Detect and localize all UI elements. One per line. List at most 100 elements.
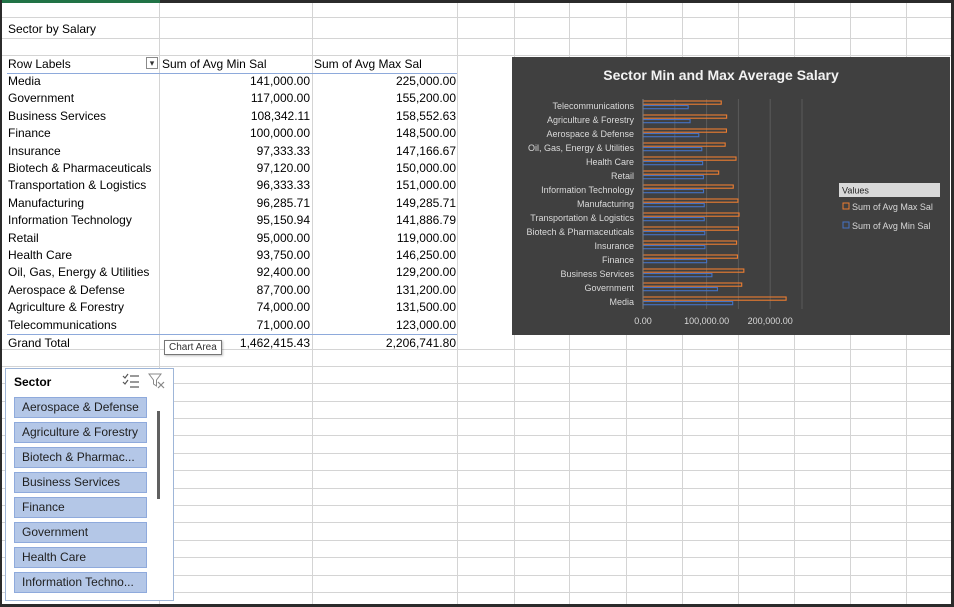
slicer-item[interactable]: Government	[14, 522, 147, 543]
chart-bar-min	[642, 104, 689, 110]
chart-category-label: Media	[609, 297, 634, 307]
chart-bar-max	[642, 296, 787, 301]
pivot-row-label: Government	[8, 91, 75, 106]
chart-bar-max	[642, 114, 728, 119]
pivot-row-max: 123,000.00	[395, 317, 456, 332]
pivot-row[interactable]: Biotech & Pharmaceuticals 97,120.00 150,00…	[7, 160, 457, 177]
sector-slicer[interactable]: Sector Aerospace & Defense Agriculture & …	[5, 368, 174, 601]
multi-select-icon[interactable]	[122, 373, 140, 389]
pivot-row-max: 146,250.00	[395, 248, 456, 262]
pivot-row[interactable]: Transportation & Logistics 96,333.33 151,0…	[7, 177, 457, 194]
chart-bar-max	[642, 100, 722, 105]
pivot-row-max: 131,500.00	[395, 300, 456, 315]
pivot-row[interactable]: Information Technology 95,150.94 141,886.7…	[7, 212, 457, 229]
pivot-row-max: 119,000.00	[396, 230, 456, 245]
chart-title: Sector Min and Max Average Salary	[603, 67, 839, 83]
chart-category-label: Oil, Gas, Energy & Utilities	[528, 143, 635, 153]
chart-bar-min	[642, 300, 734, 306]
pivot-row-label: Transportation & Logistics	[8, 178, 147, 193]
chart-category-label: Retail	[611, 171, 634, 181]
pivot-row-max: 151,000.00	[395, 178, 456, 193]
chart-category-label: Insurance	[594, 241, 634, 251]
slicer-item[interactable]: Finance	[14, 497, 147, 518]
pivot-row-max: 155,200.00	[395, 91, 456, 106]
chart-category-label: Business Services	[560, 269, 634, 279]
chart-legend-title: Values	[842, 186, 869, 196]
chart-bar-max	[642, 184, 734, 189]
pivot-row[interactable]: Aerospace & Defense 87,700.00 131,200.00	[7, 282, 457, 299]
pivot-row-min: 97,120.00	[256, 161, 310, 175]
pivot-row-label: Insurance	[8, 143, 61, 158]
pivot-row-label: Aerospace & Defense	[8, 282, 125, 297]
pivot-row[interactable]: Manufacturing 96,285.71 149,285.71	[7, 195, 457, 212]
pivot-row-min: 100,000.00	[249, 126, 310, 141]
clear-filter-icon[interactable]	[148, 373, 166, 389]
chart-svg: Sector Min and Max Average Salary Telecom…	[526, 67, 940, 326]
pivot-header-min[interactable]: Sum of Avg Min Sal	[162, 56, 267, 73]
pivot-row[interactable]: Oil, Gas, Energy & Utilities 92,400.00 129…	[7, 264, 457, 281]
pivot-row-max: 131,200.00	[395, 282, 456, 297]
slicer-item[interactable]: Business Services	[14, 472, 147, 493]
pivot-row-label: Manufacturing	[8, 195, 85, 210]
pivot-row-min: 93,750.00	[256, 248, 310, 262]
pivot-grand-total-row[interactable]: Grand Total 1,462,415.43 2,206,741.80	[7, 335, 457, 352]
pivot-row-max: 225,000.00	[395, 74, 456, 88]
chart-legend-entry: Sum of Avg Min Sal	[852, 221, 930, 231]
pivot-row[interactable]: Media 141,000.00 225,000.00	[7, 73, 457, 90]
chart-bar-min	[642, 118, 691, 124]
chart-bar-max	[642, 240, 738, 245]
pivot-row[interactable]: Agriculture & Forestry 74,000.00 131,500.0…	[7, 299, 457, 316]
chart-bar-max	[642, 128, 727, 133]
chart-x-tick-label: 0.00	[634, 316, 652, 326]
pivot-row[interactable]: Health Care 93,750.00 146,250.00	[7, 247, 457, 264]
slicer-item[interactable]: Agriculture & Forestry	[14, 422, 147, 443]
slicer-scrollbar[interactable]	[157, 411, 160, 499]
bar-chart[interactable]: Sector Min and Max Average Salary Telecom…	[512, 57, 950, 335]
pivot-row-min: 141,000.00	[249, 74, 310, 88]
pivot-row-label: Oil, Gas, Energy & Utilities	[8, 265, 150, 280]
chart-category-label: Finance	[602, 255, 634, 265]
pivot-row[interactable]: Insurance 97,333.33 147,166.67	[7, 143, 457, 160]
pivot-row[interactable]: Finance 100,000.00 148,500.00	[7, 125, 457, 142]
pivot-row-label: Finance	[8, 126, 51, 141]
chart-bar-max	[642, 170, 720, 175]
grand-total-label: Grand Total	[8, 336, 70, 350]
pivot-header-row: Row Labels Sum of Avg Min Sal Sum of Avg…	[7, 56, 457, 73]
pivot-row-min: 117,000.00	[250, 91, 310, 106]
pivot-row-label: Media	[8, 74, 41, 88]
chart-x-tick-label: 200,000.00	[748, 316, 793, 326]
chart-category-label: Manufacturing	[577, 199, 634, 209]
chart-category-label: Telecommunications	[552, 101, 634, 111]
pivot-row-max: 150,000.00	[395, 161, 456, 175]
report-title[interactable]: Sector by Salary	[8, 21, 96, 38]
grand-total-max: 2,206,741.80	[385, 336, 456, 350]
chart-category-label: Aerospace & Defense	[546, 129, 634, 139]
pivot-row[interactable]: Business Services 108,342.11 158,552.63	[7, 108, 457, 125]
pivot-row-max: 158,552.63	[395, 108, 456, 123]
slicer-item[interactable]: Biotech & Pharmac...	[14, 447, 147, 468]
pivot-row[interactable]: Government 117,000.00 155,200.00	[7, 90, 457, 107]
pivot-row-min: 71,000.00	[256, 317, 310, 332]
row-labels-filter-button[interactable]: ▾	[146, 57, 158, 69]
pivot-row-max: 147,166.67	[395, 143, 456, 158]
pivot-row-min: 108,342.11	[250, 108, 310, 123]
pivot-row-label: Biotech & Pharmaceuticals	[8, 161, 152, 175]
pivot-row[interactable]: Telecommunications 71,000.00 123,000.00	[7, 317, 457, 334]
slicer-item[interactable]: Information Techno...	[14, 572, 147, 593]
pivot-row-min: 95,000.00	[256, 230, 310, 245]
chart-category-label: Health Care	[586, 157, 634, 167]
slicer-item[interactable]: Aerospace & Defense	[14, 397, 147, 418]
chart-bar-max	[642, 226, 739, 231]
slicer-item[interactable]: Health Care	[14, 547, 147, 568]
pivot-header-max[interactable]: Sum of Avg Max Sal	[314, 56, 422, 73]
chart-legend-swatch	[842, 202, 850, 210]
pivot-row-min: 96,333.33	[256, 178, 310, 193]
chart-bar-min	[642, 188, 705, 194]
pivot-row-label: Telecommunications	[8, 317, 117, 332]
pivot-header-row-labels[interactable]: Row Labels	[8, 56, 71, 73]
pivot-row[interactable]: Retail 95,000.00 119,000.00	[7, 230, 457, 247]
chart-legend-entry: Sum of Avg Max Sal	[852, 202, 933, 212]
chart-category-label: Government	[584, 283, 634, 293]
chart-bar-max	[642, 156, 737, 161]
pivot-row-max: 129,200.00	[395, 265, 456, 280]
